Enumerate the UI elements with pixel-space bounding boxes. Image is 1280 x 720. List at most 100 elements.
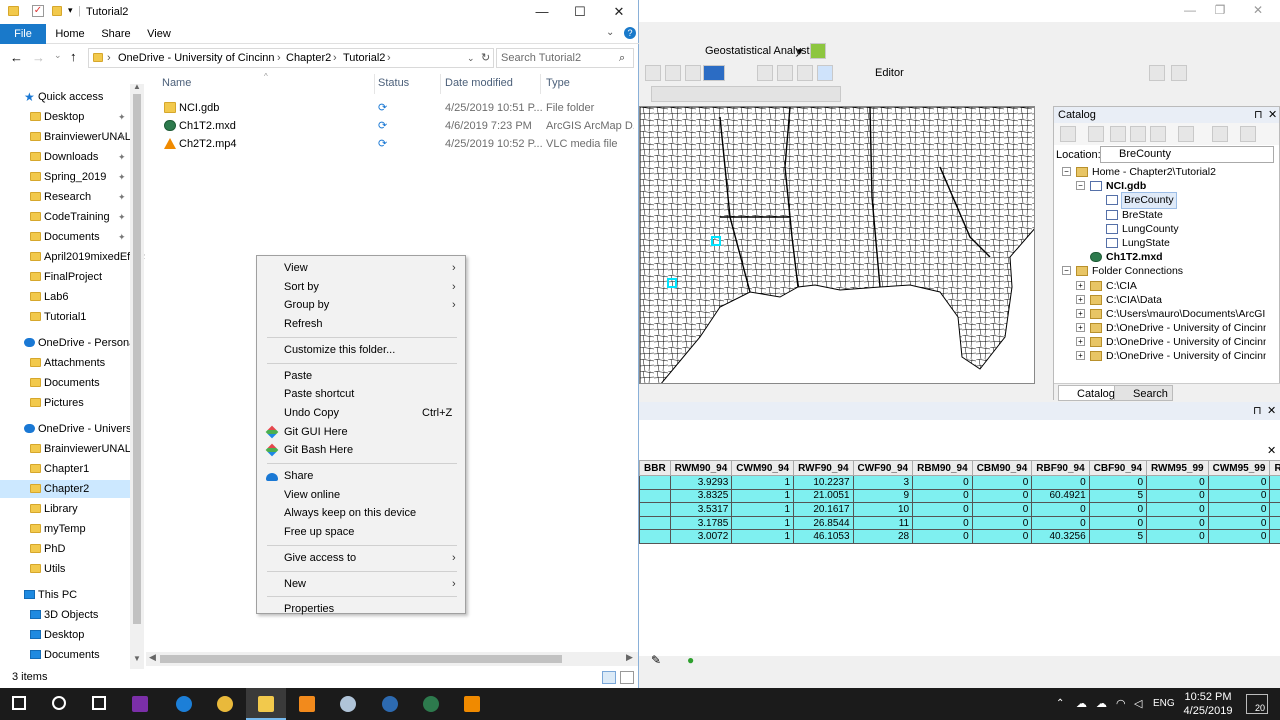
nav-item[interactable]: Library: [28, 500, 145, 518]
collapse-icon[interactable]: −: [1076, 181, 1085, 191]
geostat-wizard-icon[interactable]: [810, 43, 826, 59]
tool-icon[interactable]: [1171, 65, 1187, 81]
minimize-icon[interactable]: —: [529, 4, 555, 19]
nav-item[interactable]: ★ Quick access: [22, 88, 145, 106]
new-folder-icon[interactable]: [1212, 126, 1228, 142]
expand-icon[interactable]: +: [1076, 337, 1085, 347]
table-column-header[interactable]: RBF90_94: [1031, 460, 1090, 476]
menu-item-git-bash-here[interactable]: Git Bash Here: [258, 441, 464, 459]
table-column-header[interactable]: CBM90_94: [971, 460, 1033, 476]
color-swatch-icon[interactable]: [703, 65, 725, 81]
table-column-header[interactable]: RWF9: [1269, 460, 1280, 476]
taskbar-app[interactable]: [328, 688, 368, 720]
collapse-icon[interactable]: −: [1062, 167, 1071, 176]
tab-view[interactable]: View: [140, 24, 178, 44]
search-input[interactable]: Search Tutorial2 ⌕: [496, 48, 634, 68]
menu-item-paste[interactable]: Paste: [258, 367, 464, 385]
table-row[interactable]: 3.5317120.1617100000002: [639, 502, 1280, 517]
cloud-icon[interactable]: ☁: [1076, 697, 1087, 710]
close-icon[interactable]: ✕: [1267, 404, 1276, 417]
address-field[interactable]: › OneDrive - University of Cincinnati › …: [88, 48, 494, 68]
collapse-icon[interactable]: −: [1062, 266, 1071, 276]
expand-icon[interactable]: +: [1076, 323, 1085, 333]
taskbar-app[interactable]: [246, 688, 286, 720]
map-vertical-scrollbar[interactable]: [1035, 106, 1049, 384]
table-column-header[interactable]: RWF90_94: [793, 460, 854, 476]
table-column-header[interactable]: CWM95_99: [1207, 460, 1271, 476]
table-column-header[interactable]: CWM90_94: [731, 460, 795, 476]
table-row[interactable]: 3.8325121.005190060.49215001: [639, 488, 1280, 504]
map-view[interactable]: [639, 106, 1035, 384]
maximize-icon[interactable]: ☐: [567, 4, 593, 20]
tool-icon[interactable]: [757, 65, 773, 81]
menu-item-group-by[interactable]: Group by ›: [258, 296, 464, 314]
nav-item[interactable]: Utils: [28, 560, 145, 578]
navigation-pane-scrollbar[interactable]: ▲ ▼: [130, 82, 144, 669]
nav-item[interactable]: Pictures: [28, 394, 145, 412]
new-folder-icon[interactable]: [52, 6, 62, 16]
menu-item-sort-by[interactable]: Sort by ›: [258, 278, 464, 296]
taskbar-app[interactable]: [287, 688, 327, 720]
menu-item-view-online[interactable]: View online: [258, 486, 464, 504]
chevron-down-icon[interactable]: ⌄: [606, 27, 614, 38]
nav-item[interactable]: PhD: [28, 540, 145, 558]
menu-item-refresh[interactable]: Refresh: [258, 315, 464, 333]
pin-icon[interactable]: ⊓: [1253, 404, 1262, 417]
pin-icon[interactable]: ✦: [118, 228, 126, 246]
tree-item[interactable]: + D:\OneDrive - University of Cincinn: [1056, 321, 1266, 335]
chevron-down-icon[interactable]: ⌄: [467, 49, 475, 67]
nav-item[interactable]: OneDrive - Personal: [22, 334, 145, 352]
back-arrow-icon[interactable]: ←: [10, 50, 23, 65]
menu-item-undo-copy[interactable]: Undo Copy Ctrl+Z: [258, 404, 464, 422]
file-row[interactable]: Ch1T2.mxd ⟳ 4/6/2019 7:23 PM ArcGIS ArcMap …: [146, 117, 634, 135]
chevron-down-icon[interactable]: ⌄: [54, 50, 62, 61]
menu-item-customize-this-folder[interactable]: Customize this folder...: [258, 341, 464, 359]
taskbar-app[interactable]: [411, 688, 451, 720]
toolbox-icon[interactable]: [1240, 126, 1256, 142]
tree-item[interactable]: BreCounty: [1056, 192, 1266, 209]
taskbar-app[interactable]: [120, 688, 160, 720]
breadcrumb-onedrive[interactable]: OneDrive - University of Cincinnati: [118, 49, 286, 67]
nav-item[interactable]: April2019mixedEffects: [28, 248, 145, 266]
file-row[interactable]: NCI.gdb ⟳ 4/25/2019 10:51 P... File folder: [146, 99, 634, 117]
nav-item[interactable]: Desktop: [28, 626, 145, 644]
forward-arrow-icon[interactable]: →: [32, 50, 45, 65]
tool-icon[interactable]: [685, 65, 701, 81]
scrollbar-thumb[interactable]: [160, 655, 562, 663]
expand-icon[interactable]: +: [1076, 351, 1085, 361]
search-icon[interactable]: ⌕: [619, 49, 625, 67]
connect-icon[interactable]: [1150, 126, 1166, 142]
close-icon[interactable]: ✕: [1268, 107, 1277, 123]
tree-item[interactable]: − Home - Chapter2\Tutorial2: [1056, 165, 1266, 179]
tree-item[interactable]: LungCounty: [1056, 222, 1266, 236]
menu-item-always-keep-on-this-device[interactable]: Always keep on this device: [258, 504, 464, 522]
tab-home[interactable]: Home: [50, 24, 90, 44]
back-icon[interactable]: [1060, 126, 1076, 142]
pin-icon[interactable]: ⊓: [1254, 107, 1263, 123]
tree-item[interactable]: + C:\CIA\Data: [1056, 293, 1266, 307]
location-field[interactable]: BreCounty: [1100, 146, 1274, 163]
column-status[interactable]: Status: [378, 77, 409, 89]
onedrive-icon[interactable]: ☁: [1096, 697, 1107, 710]
map-horizontal-scrollbar[interactable]: [639, 384, 1035, 398]
nav-item[interactable]: myTemp: [28, 520, 145, 538]
tool-icon[interactable]: [777, 65, 793, 81]
expand-icon[interactable]: +: [1076, 294, 1085, 304]
taskbar-app[interactable]: [80, 688, 120, 720]
tab-share[interactable]: Share: [96, 24, 136, 44]
breadcrumb-chevron[interactable]: ›: [107, 49, 111, 67]
details-view-icon[interactable]: [602, 671, 616, 684]
content-horizontal-scrollbar[interactable]: ◀ ▶: [146, 652, 638, 666]
pen-icon[interactable]: ✎: [651, 653, 661, 667]
attribute-table[interactable]: BBR RWM90_94 CWM90_94 RWF90_94 CWF90_94 RBM90…: [639, 460, 1280, 544]
nav-item[interactable]: Chapter1: [28, 460, 145, 478]
column-date-modified[interactable]: Date modified: [445, 77, 513, 89]
pin-icon[interactable]: ✦: [118, 168, 126, 186]
breadcrumb-chevron[interactable]: ›: [333, 49, 337, 67]
tool-icon[interactable]: [797, 65, 813, 81]
menu-item-give-access-to[interactable]: Give access to ›: [258, 549, 464, 567]
table-row[interactable]: 3.0072146.1053280040.32565002: [639, 529, 1280, 544]
expand-icon[interactable]: +: [1076, 308, 1085, 318]
layer-dropdown[interactable]: [651, 86, 841, 102]
breadcrumb-chevron[interactable]: ›: [387, 49, 391, 67]
